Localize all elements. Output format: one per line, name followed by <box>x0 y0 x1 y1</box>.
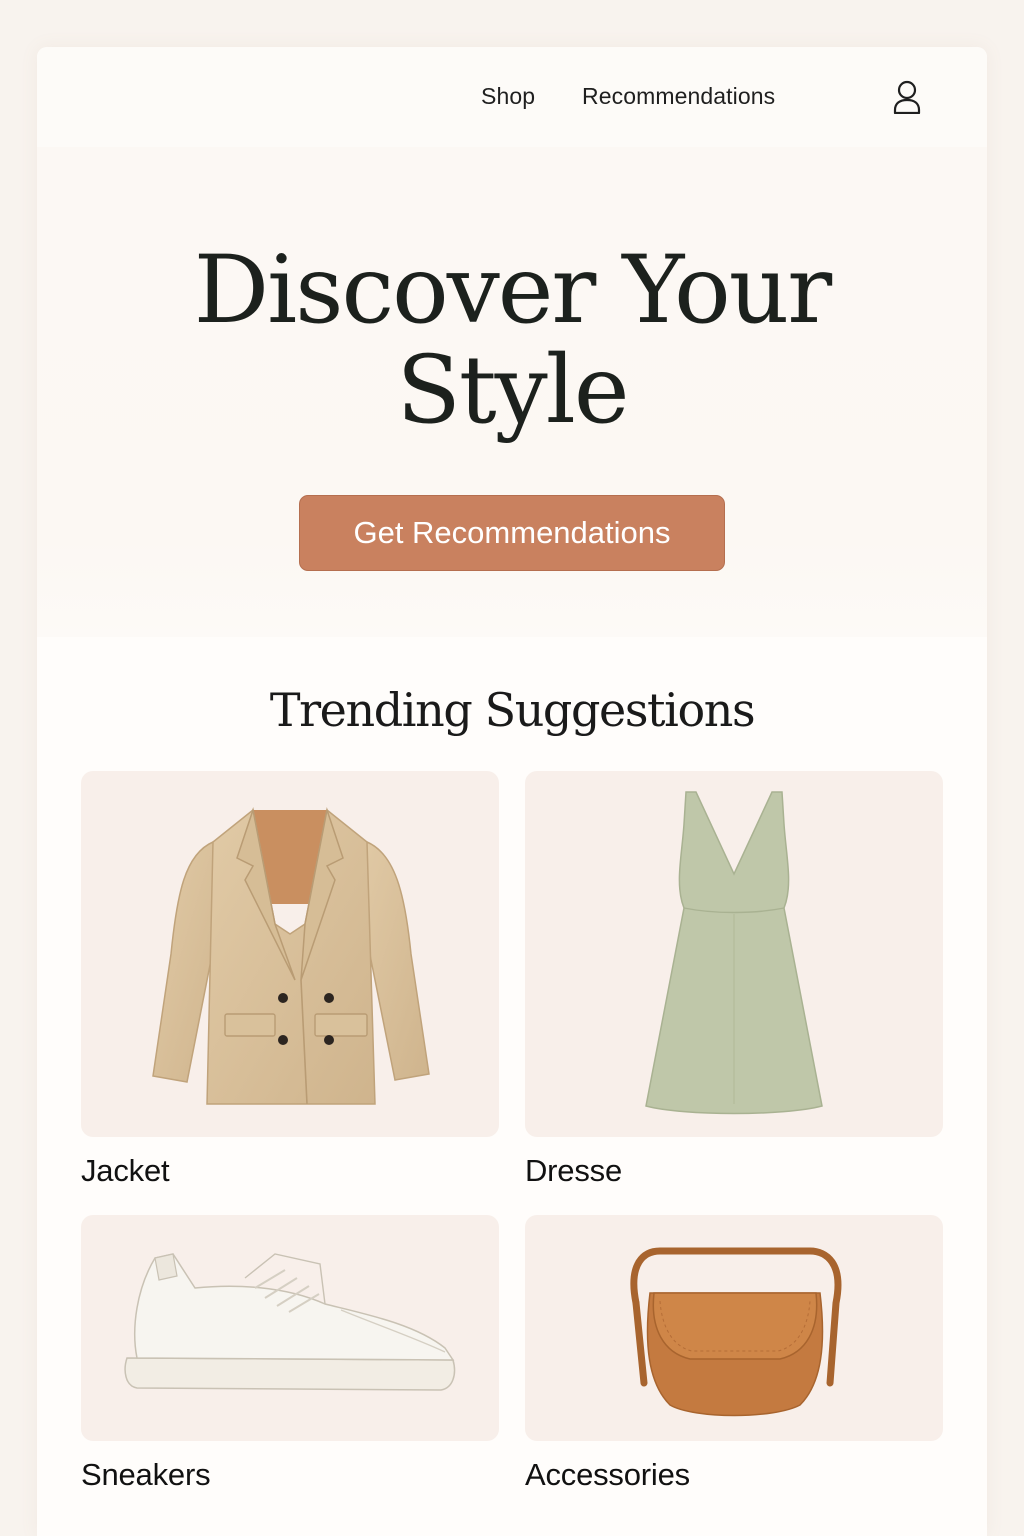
product-label-accessories: Accessories <box>525 1457 690 1492</box>
hero-title-line-1: Discover Your <box>193 236 832 345</box>
hero-section: Discover Your Style Get Recommendations <box>37 147 987 637</box>
sneaker-image <box>81 1215 499 1441</box>
hero-title-line-2: Style <box>396 336 630 445</box>
product-card-accessories[interactable]: Accessories <box>525 1215 943 1492</box>
product-label-jacket: Jacket <box>81 1153 170 1188</box>
hero-title: Discover Your Style <box>37 241 987 441</box>
page-container: Shop Recommendations Discover Your Style… <box>37 47 987 1536</box>
top-navigation: Shop Recommendations <box>37 47 987 147</box>
bag-image <box>525 1215 943 1441</box>
product-card-dress[interactable]: Dresse <box>525 771 943 1188</box>
user-icon <box>893 80 921 114</box>
product-card-jacket[interactable]: Jacket <box>81 771 499 1188</box>
nav-shop-link[interactable]: Shop <box>481 83 535 110</box>
nav-recommendations-link[interactable]: Recommendations <box>582 83 775 110</box>
product-label-dress: Dresse <box>525 1153 622 1188</box>
product-card-sneakers[interactable]: Sneakers <box>81 1215 499 1492</box>
dress-image <box>525 771 943 1137</box>
trending-suggestions-heading: Trending Suggestions <box>269 683 756 737</box>
jacket-image <box>81 771 499 1137</box>
product-label-sneakers: Sneakers <box>81 1457 211 1492</box>
profile-button[interactable] <box>889 77 925 117</box>
get-recommendations-button[interactable]: Get Recommendations <box>299 495 725 571</box>
